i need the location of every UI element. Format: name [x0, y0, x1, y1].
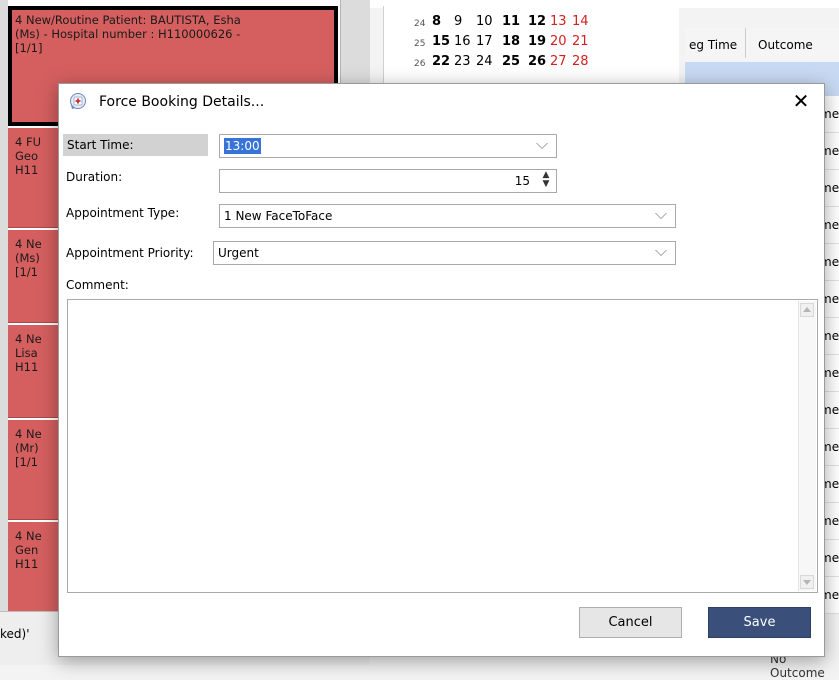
- app-logo-icon: [70, 93, 86, 109]
- appointment-type-select[interactable]: 1 New FaceToFace: [219, 204, 676, 228]
- appointment-priority-label: Appointment Priority:: [66, 246, 194, 260]
- grid-header: eg Time Outcome: [685, 28, 839, 63]
- calendar-day[interactable]: 28: [572, 54, 589, 69]
- appointment-type-value: 1 New FaceToFace: [224, 209, 333, 223]
- comment-label: Comment:: [66, 278, 129, 292]
- calendar-day[interactable]: 10: [476, 14, 493, 29]
- calendar-day[interactable]: 15: [432, 34, 450, 49]
- calendar-week-row: 25 15 16 17 18 19 20 21: [384, 34, 674, 54]
- calendar-week-number: 24: [414, 19, 426, 29]
- calendar-day[interactable]: 22: [432, 54, 450, 69]
- calendar-week-number: 25: [414, 39, 426, 49]
- calendar-day[interactable]: 12: [528, 14, 546, 29]
- start-time-select[interactable]: 13:00: [219, 134, 557, 158]
- mini-calendar: 24 8 9 10 11 12 13 14 25 15 16 17 18 19 20 21 26 22 23 24 25…: [383, 6, 679, 88]
- calendar-week-row: 24 8 9 10 11 12 13 14: [384, 14, 674, 34]
- comment-textarea[interactable]: [67, 299, 818, 593]
- grid-header-outcome[interactable]: Outcome: [745, 28, 813, 58]
- appointment-priority-select[interactable]: Urgent: [213, 241, 676, 265]
- appointment-priority-value: Urgent: [218, 246, 259, 260]
- calendar-day[interactable]: 26: [528, 54, 546, 69]
- calendar-day[interactable]: 21: [572, 34, 589, 49]
- chevron-down-icon: [655, 250, 667, 256]
- calendar-day[interactable]: 19: [528, 34, 546, 49]
- calendar-week-row: 26 22 23 24 25 26 27 28: [384, 54, 674, 74]
- spinner-arrows-icon[interactable]: ▲ ▼: [541, 171, 551, 189]
- calendar-day[interactable]: 25: [502, 54, 520, 69]
- duration-stepper[interactable]: 15 ▲ ▼: [219, 169, 557, 193]
- dialog-title: Force Booking Details...: [99, 94, 265, 110]
- calendar-day[interactable]: 14: [572, 14, 589, 29]
- calendar-day[interactable]: 27: [550, 54, 567, 69]
- calendar-day[interactable]: 18: [502, 34, 520, 49]
- calendar-day[interactable]: 11: [502, 14, 520, 29]
- calendar-day[interactable]: 8: [432, 14, 441, 29]
- start-time-value: 13:00: [224, 138, 261, 154]
- dialog-title-bar: Force Booking Details... ✕: [59, 84, 824, 122]
- calendar-day[interactable]: 23: [454, 54, 471, 69]
- calendar-week-number: 26: [414, 59, 426, 69]
- chevron-down-icon: [655, 213, 667, 219]
- cancel-button[interactable]: Cancel: [579, 607, 682, 638]
- calendar-day[interactable]: 9: [454, 14, 462, 29]
- start-time-label: Start Time:: [63, 134, 208, 156]
- duration-value: 15: [514, 174, 530, 188]
- grid-header-reg-time[interactable]: eg Time: [689, 38, 737, 52]
- appointment-type-label: Appointment Type:: [66, 206, 180, 220]
- calendar-day[interactable]: 13: [550, 14, 567, 29]
- save-button[interactable]: Save: [708, 607, 811, 638]
- chevron-down-icon: [536, 143, 548, 149]
- left-footer-text: ked)': [0, 627, 30, 641]
- calendar-day[interactable]: 24: [476, 54, 493, 69]
- calendar-day[interactable]: 16: [454, 34, 471, 49]
- force-booking-dialog: Force Booking Details... ✕ Start Time: 1…: [58, 83, 825, 657]
- calendar-day[interactable]: 20: [550, 34, 567, 49]
- scroll-up-icon[interactable]: [800, 303, 814, 317]
- close-icon[interactable]: ✕: [790, 89, 812, 113]
- scroll-down-icon[interactable]: [800, 575, 814, 589]
- duration-label: Duration:: [66, 170, 123, 184]
- comment-scrollbar[interactable]: [798, 301, 816, 591]
- calendar-day[interactable]: 17: [476, 34, 493, 49]
